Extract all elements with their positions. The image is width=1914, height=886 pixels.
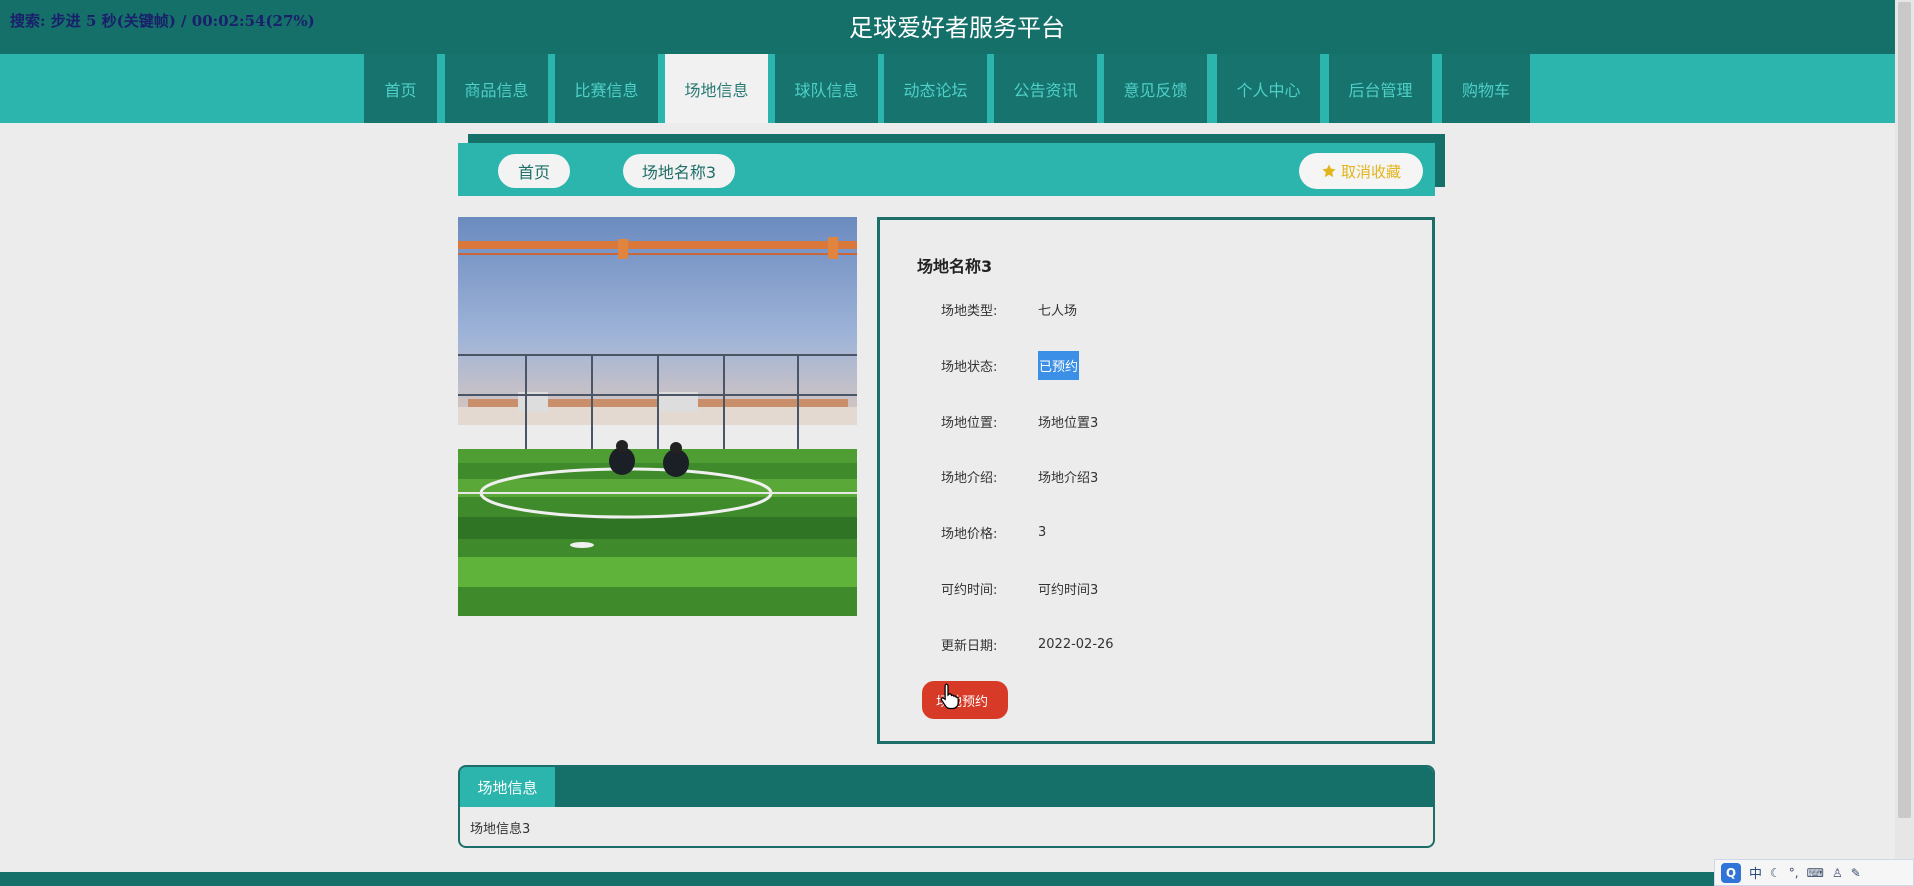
status-badge: 已预约	[1038, 350, 1080, 380]
field-label: 更新日期:	[941, 638, 998, 654]
settings-icon[interactable]: ✎	[1851, 866, 1861, 880]
venue-info-panel: 场地信息 场地信息3	[458, 765, 1435, 848]
field-value: 2022-02-26	[1038, 636, 1114, 652]
tab-venue-info[interactable]: 场地信息	[460, 767, 555, 807]
main-nav: 首页 商品信息 比赛信息 场地信息 球队信息 动态论坛 公告资讯 意见反馈 个人…	[0, 54, 1914, 123]
field-label: 场地状态:	[941, 359, 998, 375]
moon-icon[interactable]: ☾	[1770, 866, 1781, 880]
breadcrumb: 首页 场地名称3 取消收藏	[458, 143, 1435, 196]
nav-item-teams[interactable]: 球队信息	[775, 54, 878, 123]
nav-item-profile[interactable]: 个人中心	[1217, 54, 1320, 123]
field-row-intro: 场地介绍: 场地介绍3	[941, 463, 1098, 489]
field-value: 场地介绍3	[1038, 470, 1099, 486]
field-label: 场地价格:	[941, 526, 998, 542]
field-row-status: 场地状态: 已预约	[941, 350, 1080, 380]
nav-item-home[interactable]: 首页	[364, 54, 437, 123]
ime-toolbar[interactable]: Q 中 ☾ °, ⌨ ♙ ✎	[1714, 859, 1914, 886]
nav-item-news[interactable]: 公告资讯	[994, 54, 1097, 123]
user-icon[interactable]: ♙	[1832, 866, 1843, 880]
punctuation-icon[interactable]: °,	[1789, 866, 1799, 880]
field-value: 3	[1038, 524, 1047, 540]
field-value: 可约时间3	[1038, 582, 1099, 598]
bottom-bar	[0, 872, 1914, 886]
field-row-price: 场地价格: 3	[941, 519, 1046, 545]
unfavorite-button[interactable]: 取消收藏	[1299, 153, 1423, 189]
nav-item-venues[interactable]: 场地信息	[665, 54, 768, 123]
nav-item-goods[interactable]: 商品信息	[445, 54, 548, 123]
ime-mode-chinese[interactable]: 中	[1749, 863, 1762, 882]
unfavorite-label: 取消收藏	[1340, 162, 1401, 181]
breadcrumb-home[interactable]: 首页	[498, 154, 570, 188]
field-label: 场地介绍:	[941, 470, 998, 486]
nav-item-matches[interactable]: 比赛信息	[555, 54, 658, 123]
field-value: 七人场	[1038, 303, 1078, 319]
field-row-updated: 更新日期: 2022-02-26	[941, 631, 1114, 657]
venue-photo	[458, 217, 857, 616]
field-value: 场地位置3	[1038, 415, 1099, 431]
venue-name: 场地名称3	[917, 257, 993, 276]
field-label: 场地位置:	[941, 415, 998, 431]
nav-item-cart[interactable]: 购物车	[1442, 54, 1530, 123]
field-row-type: 场地类型: 七人场	[941, 296, 1077, 322]
top-bar: 搜索: 步进 5 秒(关键帧) / 00:02:54(27%) 足球爱好者服务平…	[0, 0, 1914, 54]
book-venue-button[interactable]: 场地预约	[922, 681, 1008, 719]
scrollbar-thumb[interactable]	[1898, 2, 1911, 818]
site-title: 足球爱好者服务平台	[849, 14, 1065, 42]
field-label: 可约时间:	[941, 582, 998, 598]
nav-item-feedback[interactable]: 意见反馈	[1104, 54, 1207, 123]
page-scrollbar[interactable]	[1895, 0, 1914, 872]
breadcrumb-current: 场地名称3	[623, 154, 735, 188]
nav-item-admin[interactable]: 后台管理	[1329, 54, 1432, 123]
ime-logo[interactable]: Q	[1721, 862, 1741, 883]
info-tab-bar: 场地信息	[460, 767, 1433, 807]
venue-detail-panel: 场地名称3 场地类型: 七人场 场地状态: 已预约 场地位置: 场地位置3 场地…	[877, 217, 1435, 744]
hand-cursor-icon	[940, 683, 959, 710]
nav-item-forum[interactable]: 动态论坛	[884, 54, 987, 123]
keyboard-icon[interactable]: ⌨	[1807, 866, 1824, 880]
field-label: 场地类型:	[941, 303, 998, 319]
field-row-available-time: 可约时间: 可约时间3	[941, 575, 1098, 601]
field-row-location: 场地位置: 场地位置3	[941, 408, 1098, 434]
star-icon	[1322, 164, 1336, 178]
venue-info-content: 场地信息3	[470, 822, 531, 837]
